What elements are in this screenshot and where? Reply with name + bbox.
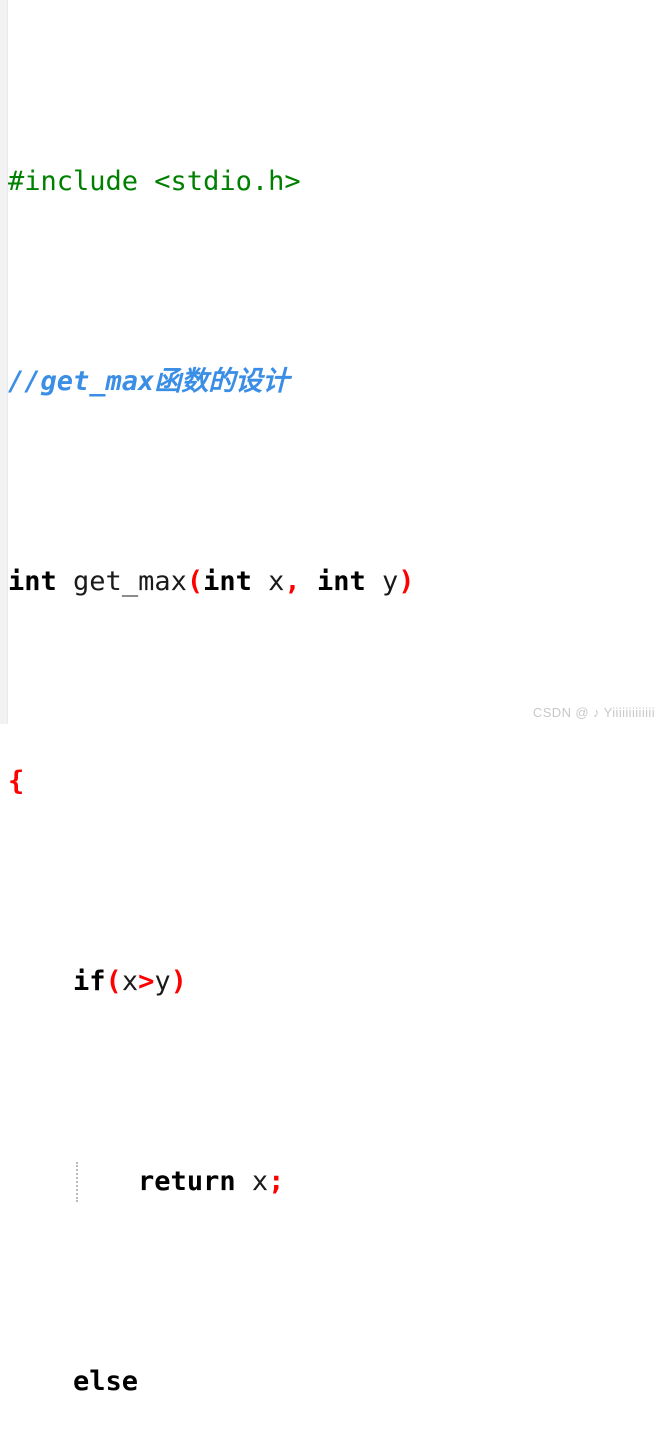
keyword-int: int [8, 566, 57, 597]
function-name-get-max: get_max [73, 566, 187, 597]
code-line-2: //get_max函数的设计 [8, 362, 663, 402]
code-line-5: if(x>y) [8, 962, 663, 1002]
indent-guide-icon [76, 1162, 78, 1202]
preprocessor-directive: #include <stdio.h> [8, 166, 301, 197]
keyword-int: int [316, 566, 366, 597]
code-content[interactable]: #include <stdio.h> //get_max函数的设计 int ge… [8, 2, 663, 1448]
paren-open: ( [105, 966, 122, 997]
paren-close: ) [398, 566, 415, 597]
code-line-4: { [8, 762, 663, 802]
paren-close: ) [170, 966, 187, 997]
code-line-7: else [8, 1362, 663, 1402]
var-x: x [121, 966, 139, 997]
semicolon: ; [268, 1166, 285, 1197]
keyword-if: if [73, 966, 106, 997]
keyword-else: else [73, 1366, 139, 1397]
comment-get-max-design: //get_max函数的设计 [8, 366, 290, 397]
editor-gutter [0, 0, 8, 724]
var-y: y [154, 966, 171, 997]
code-line-6: return x; [8, 1162, 663, 1202]
csdn-watermark: CSDN @ ♪ Yiiiiiiiiiiiii [532, 705, 655, 720]
code-line-1: #include <stdio.h> [8, 162, 663, 202]
comma: , [284, 566, 301, 597]
operator-greater-than: > [138, 966, 155, 997]
brace-open: { [8, 766, 25, 797]
param-x: x [268, 566, 285, 597]
keyword-return: return [138, 1166, 236, 1197]
code-editor[interactable]: #include <stdio.h> //get_max函数的设计 int ge… [0, 0, 663, 1397]
code-line-3: int get_max(int x, int y) [8, 562, 663, 602]
keyword-int: int [203, 566, 252, 597]
var-x: x [251, 1166, 269, 1197]
paren-open: ( [186, 566, 204, 597]
param-y: y [382, 566, 399, 597]
